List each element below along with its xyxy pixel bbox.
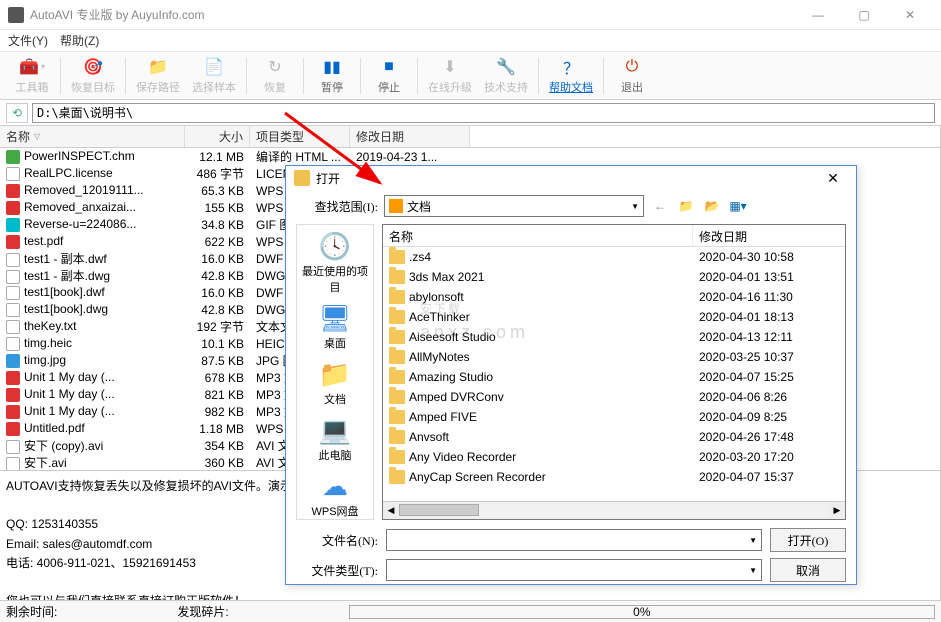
dialog-col-date[interactable]: 修改日期 (693, 225, 845, 246)
folder-icon (389, 330, 405, 344)
list-item[interactable]: 3ds Max 20212020-04-01 13:51 (383, 267, 845, 287)
stop-button[interactable]: ■停止 (365, 54, 413, 98)
list-item[interactable]: Amped DVRConv2020-04-06 8:26 (383, 387, 845, 407)
column-name[interactable]: 名称 (0, 126, 185, 147)
restore-button[interactable]: ↻恢复 (251, 54, 299, 98)
folder-icon (389, 450, 405, 464)
folder-icon (389, 430, 405, 444)
list-item[interactable]: Any Video Recorder2020-03-20 17:20 (383, 447, 845, 467)
folder-icon (389, 310, 405, 324)
column-date[interactable]: 修改日期 (350, 126, 470, 147)
select-sample-button[interactable]: 📄选择样本 (186, 54, 242, 98)
nav-up-icon[interactable]: 📁 (676, 197, 696, 215)
filetype-combo[interactable]: ▼ (386, 559, 762, 581)
exit-button[interactable]: ⏻退出 (608, 54, 656, 98)
status-remaining: 剩余时间: (6, 603, 57, 620)
pause-button[interactable]: ▮▮暂停 (308, 54, 356, 98)
restore-target-button[interactable]: 🎯恢复目标 (65, 54, 121, 98)
folder-icon (389, 250, 405, 264)
filetype-label: 文件类型(T): (296, 562, 378, 579)
column-size[interactable]: 大小 (185, 126, 250, 147)
folder-icon (389, 270, 405, 284)
save-path-button[interactable]: 📁保存路径 (130, 54, 186, 98)
list-item[interactable]: Anvsoft2020-04-26 17:48 (383, 427, 845, 447)
path-back-button[interactable]: ⟲ (6, 103, 28, 123)
toolbox-button[interactable]: 🧰▾工具箱 (8, 54, 56, 98)
place-recent[interactable]: 🕓最近使用的项目 (297, 231, 373, 295)
close-button[interactable]: ✕ (887, 0, 933, 30)
table-row[interactable]: PowerINSPECT.chm12.1 MB编译的 HTML ...2019-… (0, 148, 940, 165)
column-type[interactable]: 项目类型 (250, 126, 350, 147)
progress-bar: 0% (349, 605, 935, 619)
lookin-label: 查找范围(I): (296, 198, 378, 215)
folder-icon (389, 350, 405, 364)
menu-help[interactable]: 帮助(Z) (60, 32, 99, 49)
place-documents[interactable]: 📁文档 (297, 359, 373, 407)
dialog-scrollbar[interactable]: ◀▶ (383, 501, 845, 519)
lookin-combo[interactable]: 文档 ▼ (384, 195, 644, 217)
app-icon (8, 7, 24, 23)
window-title: AutoAVI 专业版 by AuyuInfo.com (30, 6, 795, 23)
place-wps[interactable]: ☁WPS网盘 (297, 471, 373, 519)
list-item[interactable]: Amazing Studio2020-04-07 15:25 (383, 367, 845, 387)
nav-new-icon[interactable]: 📂 (702, 197, 722, 215)
list-item[interactable]: abylonsoft2020-04-16 11:30 (383, 287, 845, 307)
minimize-button[interactable]: — (795, 0, 841, 30)
folder-icon (389, 290, 405, 304)
folder-icon (389, 390, 405, 404)
dialog-col-name[interactable]: 名称 (383, 225, 693, 246)
list-item[interactable]: .zs42020-04-30 10:58 (383, 247, 845, 267)
dialog-icon (294, 170, 310, 186)
dialog-close-button[interactable]: ✕ (818, 166, 848, 190)
filename-label: 文件名(N): (296, 532, 378, 549)
dialog-title: 打开 (316, 170, 818, 187)
filename-combo[interactable]: ▼ (386, 529, 762, 551)
tech-support-button[interactable]: 🔧技术支持 (478, 54, 534, 98)
nav-back-icon[interactable]: ← (650, 197, 670, 215)
list-item[interactable]: Amped FIVE2020-04-09 8:25 (383, 407, 845, 427)
help-doc-button[interactable]: ？帮助文档 (543, 54, 599, 98)
place-computer[interactable]: 💻此电脑 (297, 415, 373, 463)
status-fragments: 发现碎片: (177, 603, 228, 620)
menu-file[interactable]: 文件(Y) (8, 32, 48, 49)
open-dialog: 打开 ✕ 查找范围(I): 文档 ▼ ← 📁 📂 ▦▾ 🕓最近使用的项目 🖥桌面… (285, 165, 857, 585)
list-item[interactable]: AceThinker2020-04-01 18:13 (383, 307, 845, 327)
folder-icon (389, 410, 405, 424)
list-item[interactable]: AnyCap Screen Recorder2020-04-07 15:37 (383, 467, 845, 487)
nav-view-icon[interactable]: ▦▾ (728, 197, 748, 215)
list-item[interactable]: AllMyNotes2020-03-25 10:37 (383, 347, 845, 367)
list-item[interactable]: Aiseesoft Studio2020-04-13 12:11 (383, 327, 845, 347)
place-desktop[interactable]: 🖥桌面 (297, 303, 373, 351)
maximize-button[interactable]: ▢ (841, 0, 887, 30)
online-upgrade-button[interactable]: ⬇在线升级 (422, 54, 478, 98)
cancel-button[interactable]: 取消 (770, 558, 846, 582)
open-button[interactable]: 打开(O) (770, 528, 846, 552)
folder-icon (389, 370, 405, 384)
path-input[interactable] (32, 103, 935, 123)
folder-icon (389, 199, 403, 213)
folder-icon (389, 470, 405, 484)
